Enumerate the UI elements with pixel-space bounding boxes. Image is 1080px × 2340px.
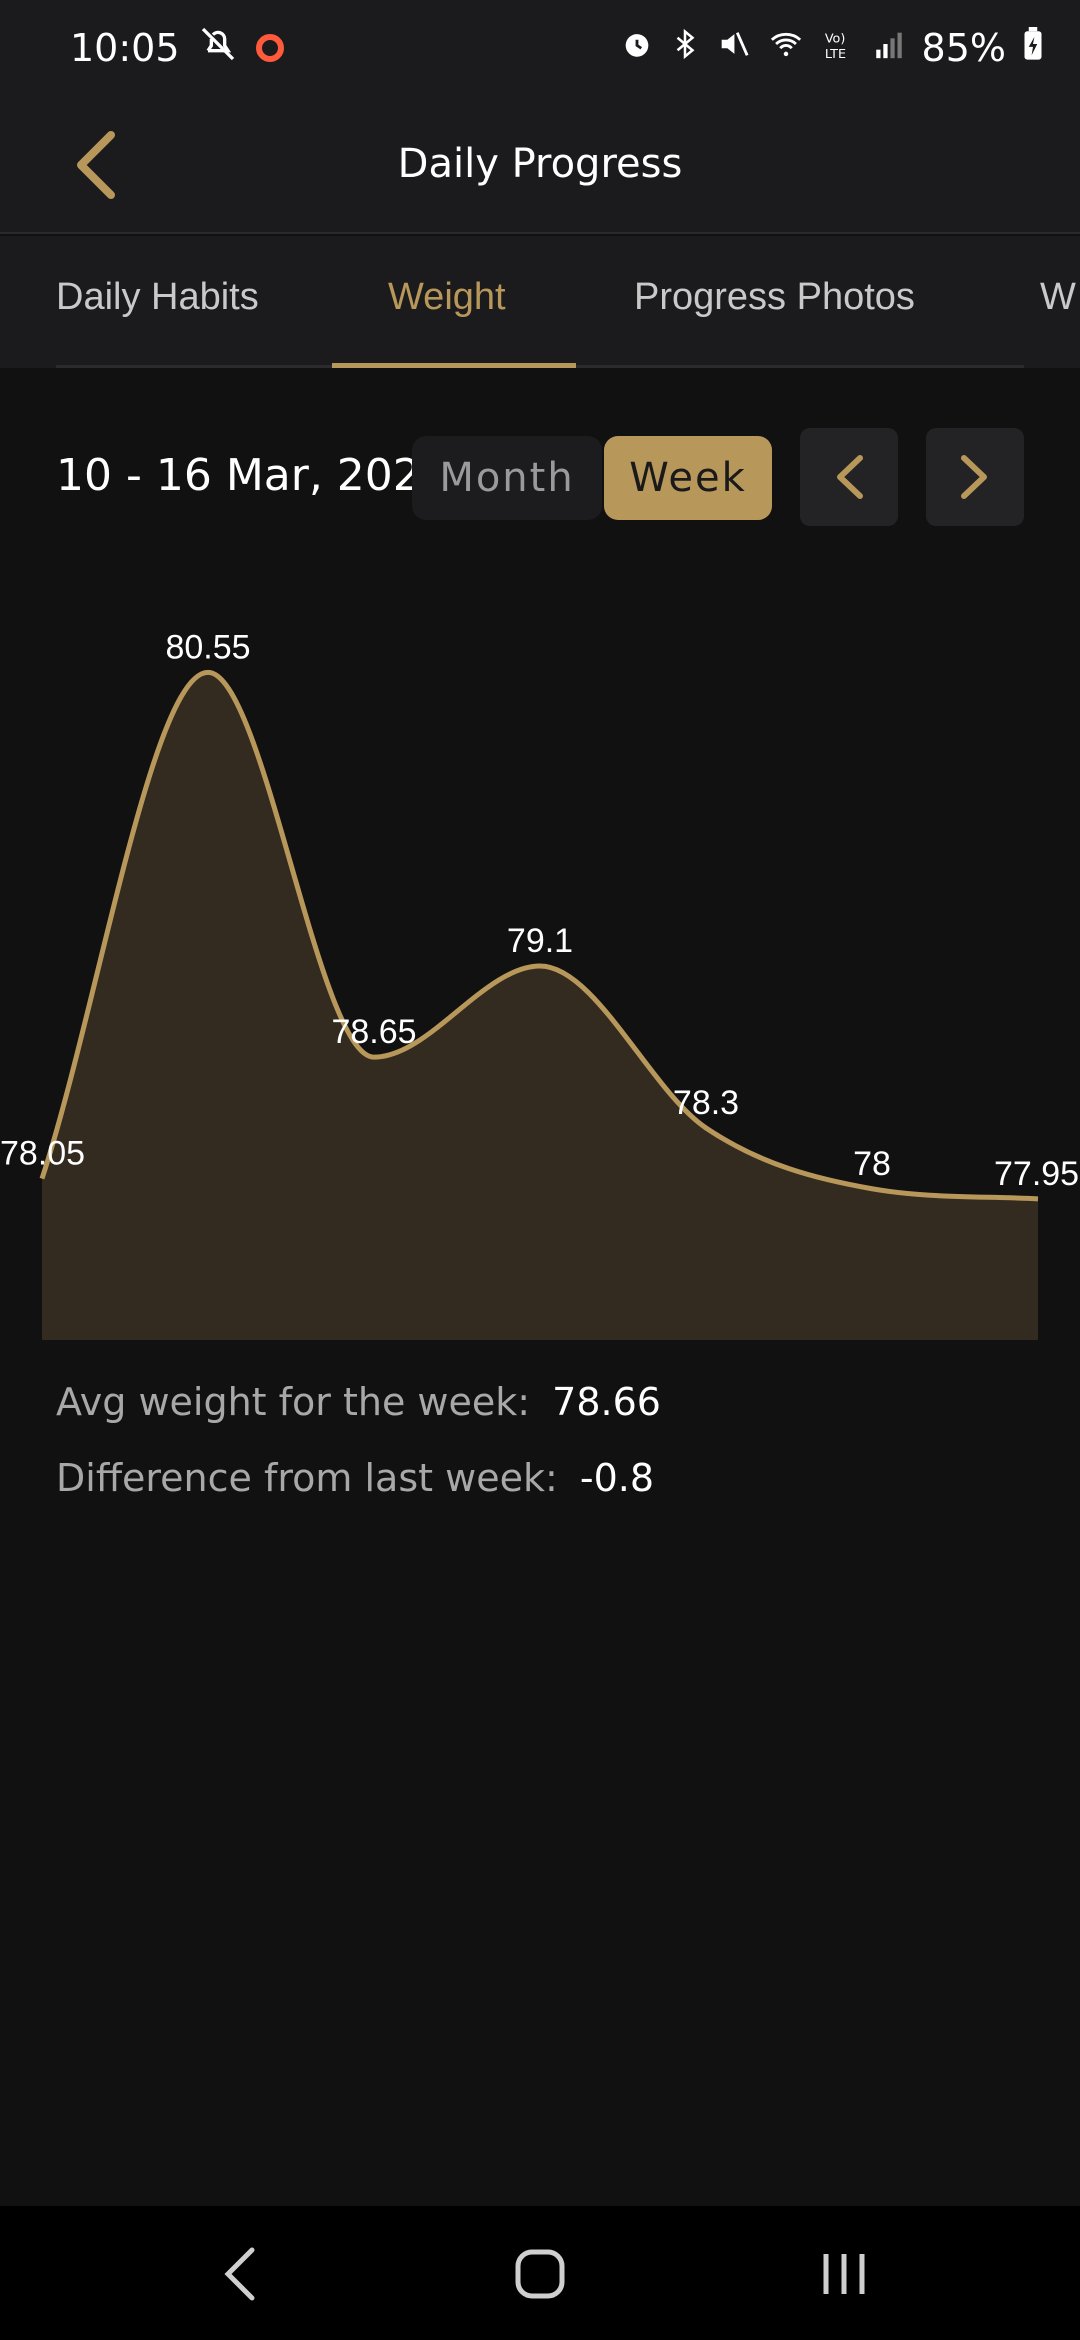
- data-label: 78.65: [331, 1013, 416, 1051]
- weight-difference-label: Difference from last week:: [56, 1456, 558, 1500]
- avg-weight-row: Avg weight for the week: 78.66: [56, 1380, 661, 1424]
- status-time: 10:05: [70, 26, 180, 70]
- month-toggle-button[interactable]: Month: [412, 436, 602, 520]
- weight-stats: Avg weight for the week: 78.66 Differenc…: [56, 1380, 661, 1532]
- weight-chart-svg: 78.05 80.55 78.65 79.1 78.3 78 77.95: [0, 628, 1079, 1340]
- recents-icon: [823, 2254, 865, 2294]
- chevron-right-icon: [961, 455, 987, 499]
- mute-icon: [716, 27, 750, 70]
- data-label: 78: [853, 1145, 891, 1183]
- tab-more[interactable]: W: [1040, 276, 1076, 319]
- weight-area-fill: [42, 672, 1038, 1340]
- status-right: Vo) LTE 85%: [620, 26, 1044, 70]
- status-left: 10:05: [70, 24, 284, 73]
- tab-daily-habits[interactable]: Daily Habits: [56, 276, 259, 319]
- data-label: 78.05: [0, 1135, 85, 1173]
- weight-chart: 78.05 80.55 78.65 79.1 78.3 78 77.95: [0, 580, 1080, 1360]
- svg-text:LTE: LTE: [824, 47, 845, 61]
- system-home-button[interactable]: [508, 2242, 572, 2306]
- data-label: 79.1: [507, 922, 573, 960]
- avg-weight-label: Avg weight for the week:: [56, 1380, 531, 1424]
- home-icon: [515, 2249, 565, 2299]
- data-label: 80.55: [165, 628, 250, 666]
- weight-difference-value: -0.8: [579, 1456, 655, 1500]
- previous-period-button[interactable]: [800, 428, 898, 526]
- battery-charging-icon: [1022, 26, 1044, 70]
- next-period-button[interactable]: [926, 428, 1024, 526]
- system-recents-button[interactable]: [812, 2242, 876, 2306]
- signal-icon: [872, 27, 906, 70]
- volte-icon: Vo) LTE: [822, 27, 856, 70]
- page-title: Daily Progress: [397, 141, 683, 187]
- tab-progress-photos[interactable]: Progress Photos: [634, 276, 915, 319]
- avg-weight-value: 78.66: [552, 1380, 661, 1424]
- tabs-bar: Daily Habits Weight Progress Photos W: [0, 236, 1080, 368]
- svg-text:Vo): Vo): [824, 31, 845, 46]
- data-label: 77.95: [994, 1155, 1079, 1193]
- wifi-icon: [766, 27, 806, 70]
- data-label: 78.3: [673, 1084, 739, 1122]
- bluetooth-icon: [670, 27, 700, 70]
- chevron-left-icon: [77, 131, 115, 199]
- date-range: 10 - 16 Mar, 2025: [56, 450, 449, 501]
- notifications-off-icon: [198, 24, 238, 73]
- system-back-button[interactable]: [208, 2242, 272, 2306]
- tab-weight[interactable]: Weight: [388, 276, 506, 319]
- system-navigation-bar: [0, 2206, 1080, 2340]
- back-icon: [224, 2247, 255, 2301]
- battery-text: 85%: [921, 26, 1006, 70]
- app-header: Daily Progress: [0, 96, 1080, 234]
- active-tab-indicator: [332, 363, 576, 368]
- period-controls: 10 - 16 Mar, 2025 Month Week: [0, 420, 1080, 530]
- week-toggle-button[interactable]: Week: [604, 436, 772, 520]
- weight-difference-row: Difference from last week: -0.8: [56, 1456, 661, 1500]
- record-icon: [255, 34, 284, 62]
- status-bar: 10:05 Vo) LTE 85%: [0, 0, 1080, 96]
- alarm-icon: [620, 27, 654, 70]
- back-button[interactable]: [50, 120, 140, 210]
- chevron-left-icon: [837, 455, 863, 499]
